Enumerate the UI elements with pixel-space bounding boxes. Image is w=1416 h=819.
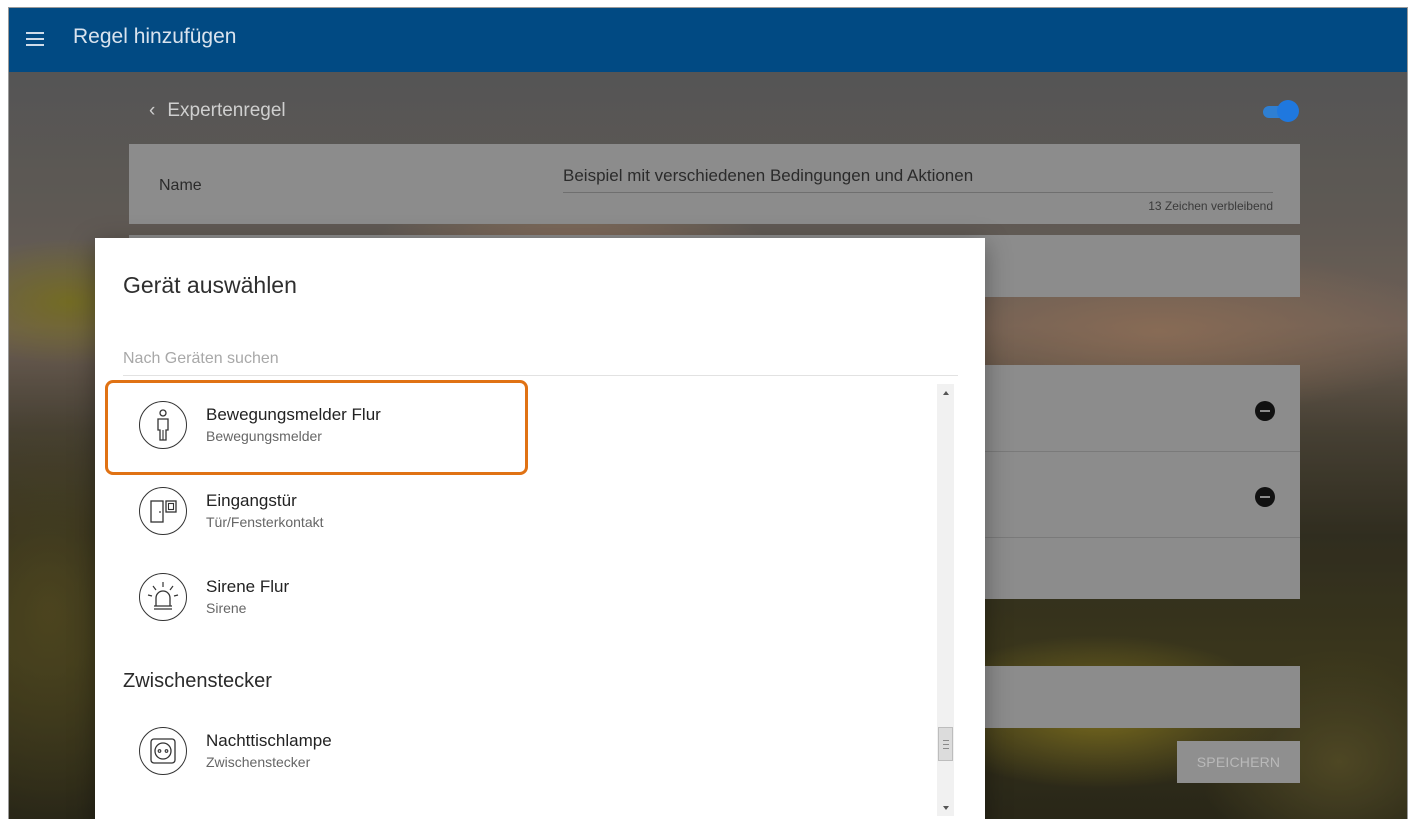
siren-icon (139, 573, 187, 621)
device-type: Tür/Fensterkontakt (206, 514, 324, 530)
scrollbar-thumb[interactable] (938, 727, 953, 761)
app-window: Regel hinzufügen ‹ Expertenregel Name Bei… (8, 7, 1408, 819)
scroll-down-arrow-icon[interactable] (937, 799, 954, 816)
device-select-dialog: Gerät auswählen Bewegungsmelder Flur Bew… (95, 238, 985, 819)
app-bar: Regel hinzufügen (9, 8, 1407, 72)
name-char-counter: 13 Zeichen verbleibend (1148, 199, 1273, 213)
scroll-up-arrow-icon[interactable] (937, 384, 954, 401)
section-title: Zwischenstecker (123, 670, 272, 692)
name-label: Name (159, 177, 202, 194)
device-search-input[interactable] (123, 342, 958, 376)
dialog-title: Gerät auswählen (123, 272, 297, 298)
name-field-underline (563, 192, 1273, 193)
rule-active-toggle[interactable] (1259, 100, 1299, 122)
device-type: Sirene (206, 600, 247, 616)
chevron-left-icon: ‹ (149, 100, 156, 121)
plug-icon (139, 727, 187, 775)
device-type: Zwischenstecker (206, 754, 311, 770)
highlight-frame (105, 380, 528, 475)
page-title: Regel hinzufügen (73, 25, 237, 48)
name-card: Name Beispiel mit verschiedenen Bedingun… (129, 144, 1300, 224)
back-label: Expertenregel (167, 100, 286, 121)
device-name: Nachttischlampe (206, 731, 332, 750)
hamburger-menu-icon[interactable] (26, 32, 44, 46)
back-link[interactable]: ‹ Expertenregel (149, 100, 286, 122)
list-item[interactable]: Sirene Flur Sirene (135, 568, 535, 630)
name-field[interactable]: Beispiel mit verschiedenen Bedingungen u… (563, 166, 973, 186)
device-name: Sirene Flur (206, 577, 290, 596)
list-item[interactable]: Eingangstür Tür/Fensterkontakt (135, 482, 535, 544)
save-button[interactable]: SPEICHERN (1177, 741, 1300, 783)
list-scrollbar[interactable] (937, 384, 954, 816)
list-item[interactable]: Nachttischlampe Zwischenstecker (135, 722, 535, 784)
remove-condition-icon[interactable] (1255, 487, 1275, 507)
device-name: Eingangstür (206, 491, 297, 510)
remove-condition-icon[interactable] (1255, 401, 1275, 421)
door-contact-icon (139, 487, 187, 535)
